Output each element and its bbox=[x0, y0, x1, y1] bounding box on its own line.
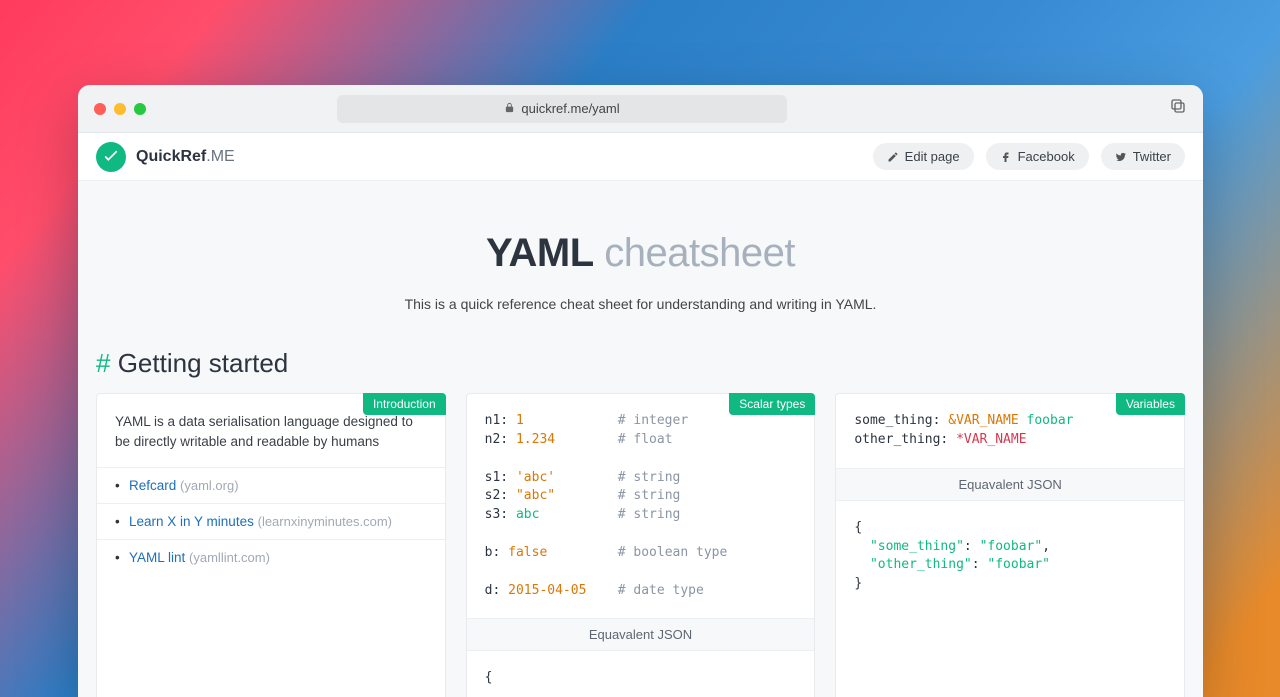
card-variables: Variables some_thing: &VAR_NAME foobar o… bbox=[835, 393, 1185, 697]
card-tag: Scalar types bbox=[729, 393, 815, 415]
brand-text: QuickRef.ME bbox=[136, 148, 235, 166]
browser-window: quickref.me/yaml QuickRef.ME Edit page F… bbox=[78, 85, 1203, 697]
card-introduction: Introduction YAML is a data serialisatio… bbox=[96, 393, 446, 697]
link-yamllint[interactable]: YAML lint bbox=[129, 550, 185, 565]
logo-icon bbox=[96, 142, 126, 172]
page-body: YAML cheatsheet This is a quick referenc… bbox=[78, 181, 1203, 697]
twitter-label: Twitter bbox=[1133, 149, 1171, 164]
traffic-lights bbox=[94, 103, 146, 115]
link-learnxy[interactable]: Learn X in Y minutes bbox=[129, 514, 254, 529]
url-text: quickref.me/yaml bbox=[521, 101, 619, 116]
card-grid: Introduction YAML is a data serialisatio… bbox=[96, 393, 1185, 697]
title-bar: quickref.me/yaml bbox=[78, 85, 1203, 133]
equivalent-json-header: Equavalent JSON bbox=[467, 618, 815, 651]
edit-page-label: Edit page bbox=[905, 149, 960, 164]
tabs-icon[interactable] bbox=[1169, 97, 1187, 120]
list-item: •Learn X in Y minutes (learnxinyminutes.… bbox=[97, 504, 445, 540]
page-subtitle: This is a quick reference cheat sheet fo… bbox=[96, 296, 1185, 312]
minimize-button[interactable] bbox=[114, 103, 126, 115]
logo[interactable]: QuickRef.ME bbox=[96, 142, 235, 172]
twitter-button[interactable]: Twitter bbox=[1101, 143, 1185, 170]
page-title: YAML cheatsheet bbox=[96, 231, 1185, 276]
site-header: QuickRef.ME Edit page Facebook Twitter bbox=[78, 133, 1203, 181]
scalar-json: { bbox=[467, 651, 815, 697]
intro-links: •Refcard (yaml.org) •Learn X in Y minute… bbox=[97, 467, 445, 575]
equivalent-json-header: Equavalent JSON bbox=[836, 468, 1184, 501]
card-scalar-types: Scalar types n1: 1 # integer n2: 1.234 #… bbox=[466, 393, 816, 697]
list-item: •YAML lint (yamllint.com) bbox=[97, 540, 445, 575]
facebook-label: Facebook bbox=[1018, 149, 1075, 164]
maximize-button[interactable] bbox=[134, 103, 146, 115]
variables-json: { "some_thing": "foobar", "other_thing":… bbox=[836, 501, 1184, 612]
section-heading: # Getting started bbox=[96, 348, 1185, 379]
close-button[interactable] bbox=[94, 103, 106, 115]
header-actions: Edit page Facebook Twitter bbox=[873, 143, 1185, 170]
list-item: •Refcard (yaml.org) bbox=[97, 468, 445, 504]
lock-icon bbox=[504, 102, 515, 116]
url-bar[interactable]: quickref.me/yaml bbox=[337, 95, 787, 123]
scalar-code: n1: 1 # integer n2: 1.234 # float s1: 'a… bbox=[467, 394, 815, 618]
card-tag: Variables bbox=[1116, 393, 1185, 415]
link-refcard[interactable]: Refcard bbox=[129, 478, 176, 493]
hero: YAML cheatsheet This is a quick referenc… bbox=[96, 231, 1185, 312]
edit-page-button[interactable]: Edit page bbox=[873, 143, 974, 170]
facebook-button[interactable]: Facebook bbox=[986, 143, 1089, 170]
card-tag: Introduction bbox=[363, 393, 446, 415]
